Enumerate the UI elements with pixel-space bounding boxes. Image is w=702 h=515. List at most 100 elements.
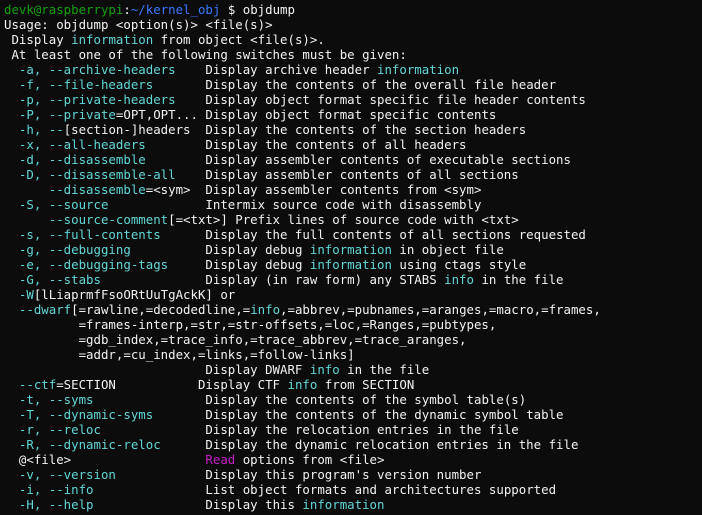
output-line: -h, --[section-]headers Display the cont… [4,122,601,137]
highlighted-text: information [71,32,154,47]
output-text: Display debug [130,242,310,257]
output-line: -D, --disassemble-all Display assembler … [4,167,601,182]
output-line: --source-comment[=<txt>] Prefix lines of… [4,212,601,227]
output-line: -s, --full-contents Display the full con… [4,227,601,242]
output-text: At least one of the following switches m… [4,47,407,62]
highlighted-text: info [287,377,318,392]
highlighted-text: --ctf [4,377,57,392]
highlighted-text: -T, --dynamic-syms [4,407,154,422]
output-line: -e, --debugging-tags Display debug infor… [4,257,601,272]
output-text: in the file [473,272,564,287]
output-text: Display the contents of the dynamic symb… [153,407,564,422]
output-text: =<sym> Display assembler contents from <… [145,182,482,197]
prompt-user-host: devk@raspberrypi [4,2,124,17]
output-line: -S, --source Intermix source code with d… [4,197,601,212]
output-text: Display debug [168,257,310,272]
output-line: --ctf=SECTION Display CTF info from SECT… [4,377,601,392]
highlighted-text: -r, --reloc [4,422,101,437]
output-text: Display DWARF [4,362,310,377]
output-text: Display assembler contents of all sectio… [175,167,519,182]
output-line: Usage: objdump <option(s)> <file(s)> [4,17,601,32]
output-line: --dwarf[=rawline,=decodedline,=info,=abb… [4,302,601,317]
output-text: Display archive header [175,62,377,77]
output-text: [=<txt>] Prefix lines of source code wit… [168,212,519,227]
highlighted-text: -i, --info [4,482,94,497]
output-text: using ctags style [391,257,527,272]
output-text: =gdb_index,=trace_info,=trace_abbrev,=tr… [4,332,467,347]
output-text: Usage: objdump <option(s)> <file(s)> [4,17,273,32]
output-text: Display this [93,497,303,512]
output-text: : [123,2,131,17]
output-line: @<file> Read options from <file> [4,452,601,467]
output-text: ,=abbrev,=pubnames,=aranges,=macro,=fram… [280,302,601,317]
output-text: Display object format specific contents [197,107,497,122]
highlighted-text: information [309,257,392,272]
highlighted-text: --disassemble [4,182,146,197]
output-text: Display CTF [115,377,288,392]
prompt-path: ~/kernel_obj [130,2,221,17]
output-text: Display the contents of the symbol table… [93,392,527,407]
highlighted-text: info [250,302,281,317]
output-line: =frames-interp,=str,=str-offsets,=loc,=R… [4,317,601,332]
highlighted-text: information [377,62,460,77]
output-text: Display the relocation entries in the fi… [100,422,519,437]
terminal-output: devk@raspberrypi:~/kernel_obj $ objdump U… [4,2,601,515]
output-text: in the file [339,362,430,377]
output-text: in object file [391,242,504,257]
output-line: Display DWARF info in the file [4,362,601,377]
output-text: Display object format specific file head… [175,92,586,107]
output-line: -G, --stabs Display (in raw form) any ST… [4,272,601,287]
highlighted-text: -W [4,287,34,302]
output-line: --disassemble=<sym> Display assembler co… [4,182,601,197]
output-text: Display assembler contents of executable… [145,152,571,167]
highlighted-text: information [302,497,385,512]
output-line: -t, --syms Display the contents of the s… [4,392,601,407]
output-line: -d, --disassemble Display assembler cont… [4,152,601,167]
output-line: -f, --file-headers Display the contents … [4,77,601,92]
highlighted-text: info [444,272,474,287]
output-text: options from <file> [235,452,385,467]
output-text: from SECTION [317,377,415,392]
highlighted-text: -g, --debugging [4,242,131,257]
output-line: -v, --version Display this program's ver… [4,467,601,482]
output-text: Display the contents of the overall file… [153,77,557,92]
highlighted-text: -e, --debugging-tags [4,257,169,272]
output-text: Display the contents of the section head… [190,122,527,137]
output-line: -p, --private-headers Display object for… [4,92,601,107]
terminal-window[interactable]: devk@raspberrypi:~/kernel_obj $ objdump U… [0,0,702,515]
output-line: At least one of the following switches m… [4,47,601,62]
highlighted-text: -x, --all-headers [4,137,146,152]
output-text: from object <file(s)>. [153,32,325,47]
output-text: Display (in raw form) any STABS [100,272,445,287]
highlighted-text: information [309,242,392,257]
highlighted-text: -R, --dynamic-reloc [4,437,161,452]
highlighted-text: -s, --full-contents [4,227,161,242]
output-line: Display information from object <file(s)… [4,32,601,47]
output-text: @<file> [4,452,72,467]
output-text: Display the contents of all headers [145,137,467,152]
output-line: =gdb_index,=trace_info,=trace_abbrev,=tr… [4,332,601,347]
output-text: =OPT,OPT... [115,107,198,122]
highlighted-text: -S, --source [4,197,109,212]
highlighted-text: -p, --private-headers [4,92,176,107]
output-text: [section-]headers [63,122,191,137]
highlighted-text: -f, --file-headers [4,77,154,92]
output-line: -R, --dynamic-reloc Display the dynamic … [4,437,601,452]
highlighted-text: -a, --archive-headers [4,62,176,77]
output-text: Display [4,32,72,47]
output-line: =addr,=cu_index,=links,=follow-links] [4,347,601,362]
output-line: -r, --reloc Display the relocation entri… [4,422,601,437]
keyword-text: Read [205,452,236,467]
output-text: Display this program's version number [115,467,482,482]
output-line: -i, --info List object formats and archi… [4,482,601,497]
prompt-line: devk@raspberrypi:~/kernel_obj $ objdump [4,2,601,17]
output-text: Intermix source code with disassembly [108,197,482,212]
output-text: =frames-interp,=str,=str-offsets,=loc,=R… [4,317,497,332]
output-line: -P, --private=OPT,OPT... Display object … [4,107,601,122]
highlighted-text: info [309,362,340,377]
highlighted-text: -v, --version [4,467,116,482]
highlighted-text: -G, --stabs [4,272,101,287]
highlighted-text: -d, --disassemble [4,152,146,167]
highlighted-text: --source-comment [4,212,169,227]
output-text: Display the full contents of all section… [160,227,586,242]
